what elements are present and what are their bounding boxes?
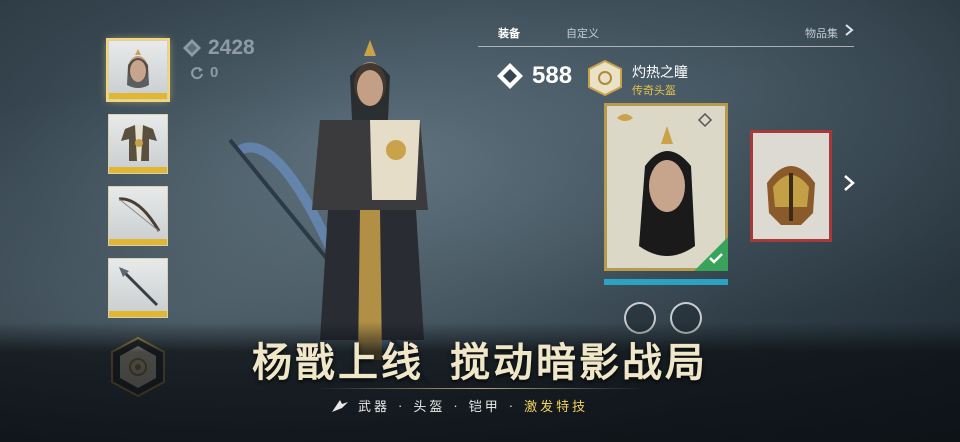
- gem-icon: [183, 39, 201, 57]
- refresh-value: 0: [210, 64, 219, 81]
- item-type: 传奇头盔: [632, 85, 676, 97]
- item-card-next[interactable]: [750, 130, 832, 242]
- slot-bar: [109, 311, 167, 317]
- spear-icon: [119, 267, 159, 307]
- slot-bow[interactable]: [108, 186, 168, 246]
- item-name: 灼热之瞳: [632, 64, 688, 80]
- slot-armor[interactable]: [108, 114, 168, 174]
- gem-icon: [497, 63, 523, 89]
- refresh-stat: 0: [190, 64, 218, 81]
- tab-bar: 装备 自定义 物品集: [478, 20, 854, 47]
- check-icon: [709, 253, 723, 264]
- badge-icon: [588, 60, 622, 96]
- separator: ·: [453, 398, 461, 413]
- lotus-icon: [617, 114, 633, 121]
- banner-headline: 杨戬上线 搅动暗影战局: [0, 330, 960, 388]
- tier-icon: [697, 112, 713, 128]
- slot-bar: [109, 167, 167, 173]
- slot-bar: [109, 239, 167, 245]
- tab-customize[interactable]: 自定义: [566, 25, 599, 41]
- chevron-right-icon[interactable]: [842, 173, 856, 193]
- head-portrait-icon: [127, 49, 149, 88]
- sub-item-armor: 铠甲: [468, 399, 501, 414]
- tab-equip[interactable]: 装备: [498, 25, 520, 41]
- item-progress-bar: [604, 279, 728, 285]
- refresh-icon: [191, 66, 203, 79]
- slot-bar: [109, 93, 167, 99]
- divider: [318, 388, 644, 389]
- armor-icon: [121, 125, 157, 161]
- gear-score: 588: [496, 62, 572, 90]
- score-value: 588: [532, 62, 573, 89]
- banner-subline: 武器 · 头盔 · 铠甲 · 激发特技: [330, 396, 588, 415]
- separator: ·: [398, 398, 406, 413]
- helmet-icon: [767, 166, 815, 225]
- sub-item-skill: 激发特技: [524, 399, 589, 414]
- slot-spear[interactable]: [108, 258, 168, 318]
- sub-item-helmet: 头盔: [413, 399, 446, 414]
- headline-part1: 杨戬上线: [252, 339, 424, 386]
- slot-helmet[interactable]: [106, 38, 170, 102]
- chevron-right-icon[interactable]: [844, 23, 854, 37]
- bow-icon: [118, 197, 161, 232]
- warrior-icon: [332, 399, 348, 412]
- sub-item-weapon: 武器: [358, 399, 391, 414]
- item-card-selected[interactable]: [604, 103, 728, 271]
- tab-collection[interactable]: 物品集: [805, 25, 838, 41]
- headline-part2: 搅动暗影战局: [450, 339, 708, 386]
- separator: ·: [508, 398, 517, 413]
